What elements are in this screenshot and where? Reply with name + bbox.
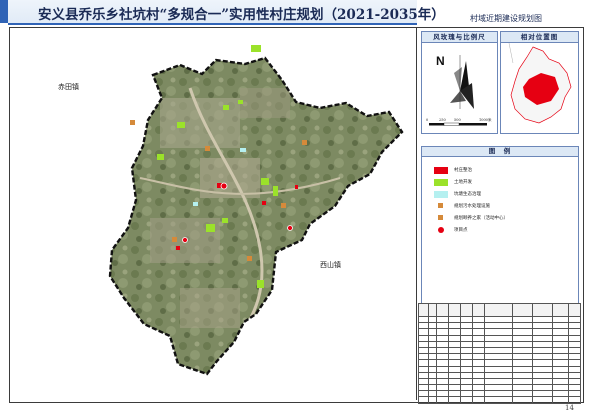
page-number: 14 — [565, 404, 574, 412]
title-bar: 安义县乔乐乡社坑村“多规合一”实用性村庄规划（2021-2035年） — [8, 0, 445, 25]
location-box-title: 相对位置图 — [501, 32, 578, 43]
table-cell — [448, 396, 461, 404]
table-cell — [436, 303, 449, 317]
scale-tick-1000: 1000 — [479, 118, 488, 122]
table-cell — [484, 396, 513, 404]
table-cell — [460, 303, 473, 317]
table-cell — [512, 396, 533, 404]
table-cell — [532, 303, 553, 317]
table-cell — [552, 303, 569, 317]
table-cell — [568, 303, 581, 317]
table-header-row — [418, 303, 581, 317]
legend-swatch — [434, 179, 448, 186]
panel-divider — [416, 28, 417, 400]
table-cell — [484, 303, 513, 317]
legend-swatch — [438, 215, 443, 220]
map-area: 赤田镇 西山镇 — [10, 28, 416, 400]
table-cell — [512, 303, 533, 317]
project-schedule-table — [418, 303, 581, 404]
scale-bar — [429, 122, 487, 126]
table-cell — [418, 396, 429, 404]
page-title: 安义县乔乐乡社坑村“多规合一”实用性村庄规划（2021-2035年） — [38, 7, 445, 23]
location-map — [508, 43, 572, 124]
table-cell — [418, 303, 429, 317]
place-label-west-town: 赤田镇 — [58, 83, 79, 91]
legend-swatch — [434, 191, 448, 198]
scale-tick-250: 250 — [439, 118, 446, 122]
place-label-east-town: 西山镇 — [320, 261, 341, 269]
legend-swatch — [434, 167, 448, 174]
table-row — [418, 396, 581, 404]
table-cell — [472, 303, 485, 317]
table-cell — [552, 396, 569, 404]
project-table-grid — [418, 303, 581, 404]
header: 安义县乔乐乡社坑村“多规合一”实用性村庄规划（2021-2035年） 村域近期建… — [0, 0, 590, 28]
scale-tick-500: 500 — [454, 118, 461, 122]
table-cell — [448, 303, 461, 317]
scale-unit: 米 — [488, 118, 492, 122]
legend-swatch — [438, 227, 444, 233]
legend-box: 图 例 村庄整治 土地开发 坑塘生态治理 规划污水处理设施 规划颐养之家（活动中… — [421, 146, 579, 304]
compass-box-title: 风玫瑰与比例尺 — [422, 32, 497, 43]
village-territory — [110, 58, 402, 374]
table-cell — [436, 396, 449, 404]
sheet-name: 村域近期建设规划图 — [470, 14, 542, 23]
table-cell — [428, 303, 437, 317]
legend-swatch — [438, 203, 443, 208]
table-cell — [472, 396, 485, 404]
table-cell — [532, 396, 553, 404]
table-cell — [568, 396, 581, 404]
scale-tick-0: 0 — [426, 118, 429, 122]
header-accent-bar — [0, 0, 8, 23]
north-arrow-label: N — [436, 54, 445, 68]
table-cell — [460, 396, 473, 404]
location-map-box: 相对位置图 — [500, 31, 579, 134]
table-cell — [428, 396, 437, 404]
legend-title: 图 例 — [422, 147, 578, 157]
compass-scale-box: 风玫瑰与比例尺 N 0 250 500 1000 米 — [421, 31, 498, 134]
